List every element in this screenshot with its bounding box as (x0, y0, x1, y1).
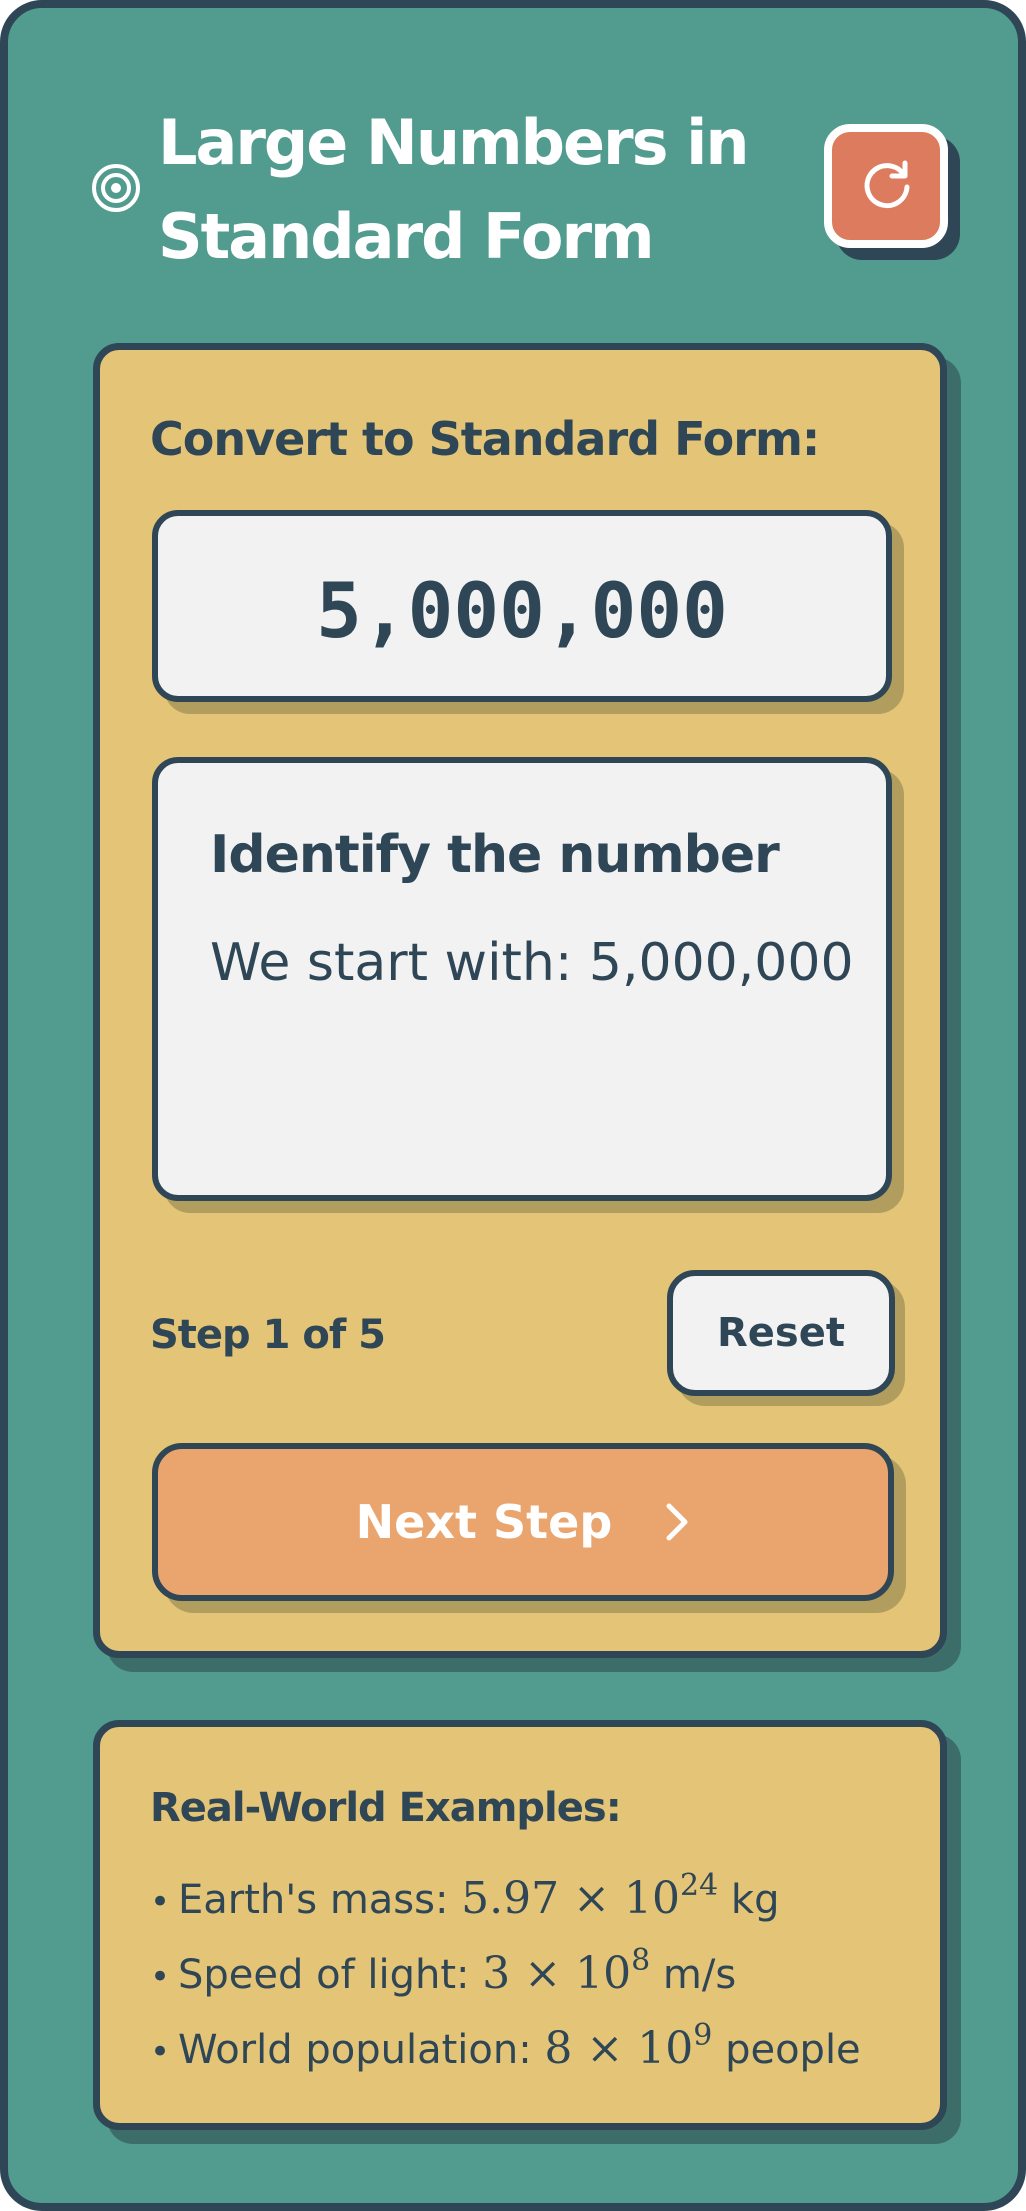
next-step-label: Next Step (355, 1495, 613, 1549)
reset-button[interactable]: Reset (667, 1270, 895, 1396)
target-icon (92, 164, 140, 212)
chevron-right-icon (666, 1503, 688, 1540)
bullet: • (150, 1957, 171, 1997)
examples-list: • Earth's mass: 5.97 × 1024 kg • Speed of … (150, 1867, 861, 2092)
example-value: 3 × 108 (482, 1946, 650, 2000)
example-label: Speed of light: (178, 1952, 470, 1998)
step-panel: Identify the number We start with: 5,000… (152, 757, 892, 1201)
number-value: 5,000,000 (316, 566, 728, 655)
reset-button-label: Reset (717, 1310, 845, 1356)
example-value: 5.97 × 1024 (461, 1871, 718, 1925)
number-display: 5,000,000 (152, 510, 892, 702)
bullet: • (150, 2032, 171, 2072)
example-speed-of-light: • Speed of light: 3 × 108 m/s (150, 1942, 861, 2017)
step-title: Identify the number (210, 825, 780, 885)
mantissa: 8 (544, 2023, 573, 2074)
example-value: 8 × 109 (544, 2021, 712, 2075)
mantissa: 3 (482, 1948, 511, 1999)
exponent: 24 (680, 1868, 719, 1903)
base: 10 (637, 2023, 694, 2074)
times-sign: × (586, 2023, 624, 2074)
bullet: • (150, 1882, 171, 1922)
converter-card: Convert to Standard Form: 5,000,000 Iden… (93, 343, 947, 1658)
mantissa: 5.97 (461, 1873, 560, 1924)
times-sign: × (573, 1873, 611, 1924)
converter-prompt: Convert to Standard Form: (150, 412, 820, 466)
step-counter: Step 1 of 5 (150, 1312, 386, 1358)
exponent: 8 (631, 1943, 651, 1978)
example-world-population: • World population: 8 × 109 people (150, 2017, 861, 2092)
app-frame: Large Numbers in Standard Form Convert t… (0, 0, 1026, 2211)
example-unit: kg (730, 1877, 780, 1923)
examples-title: Real-World Examples: (150, 1785, 622, 1831)
base: 10 (624, 1873, 681, 1924)
header: Large Numbers in Standard Form (8, 8, 1018, 308)
example-earth-mass: • Earth's mass: 5.97 × 1024 kg (150, 1867, 861, 1942)
example-unit: people (725, 2027, 861, 2073)
next-step-button[interactable]: Next Step (152, 1443, 894, 1601)
page-title: Large Numbers in Standard Form (158, 106, 749, 273)
example-label: World population: (178, 2027, 532, 2073)
step-description: We start with: 5,000,000 (210, 933, 854, 993)
times-sign: × (524, 1948, 562, 1999)
example-unit: m/s (662, 1952, 737, 1998)
refresh-icon (864, 160, 910, 209)
examples-card: Real-World Examples: • Earth's mass: 5.97… (93, 1720, 947, 2130)
refresh-button[interactable] (824, 124, 948, 248)
exponent: 9 (693, 2018, 713, 2053)
base: 10 (575, 1948, 632, 1999)
example-label: Earth's mass: (178, 1877, 449, 1923)
